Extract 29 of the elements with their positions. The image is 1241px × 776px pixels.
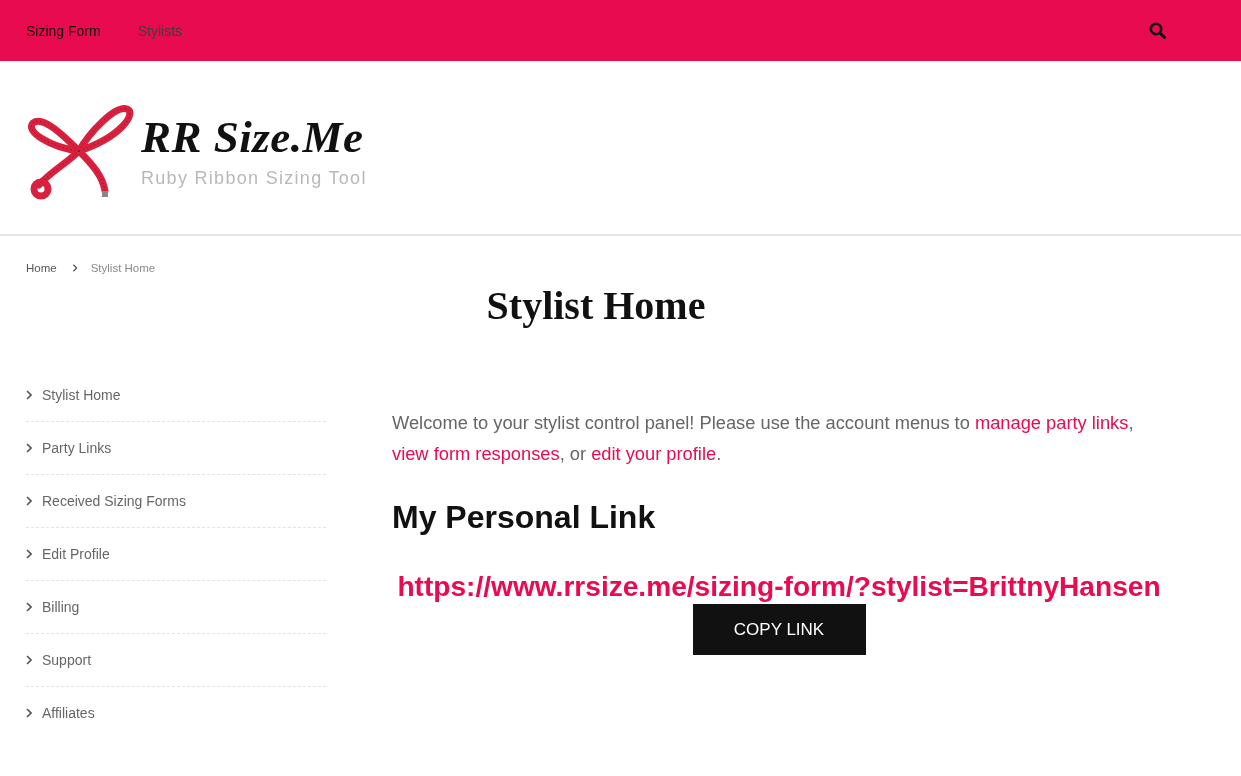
sidebar-link[interactable]: Party Links bbox=[42, 438, 112, 458]
breadcrumb-current: Stylist Home bbox=[90, 262, 156, 274]
sidebar-link[interactable]: Received Sizing Forms bbox=[42, 491, 186, 511]
chevron-icon bbox=[26, 549, 32, 559]
logo-title: RR Size.Me bbox=[141, 111, 365, 163]
logo-tagline: Ruby Ribbon Sizing Tool bbox=[141, 167, 367, 189]
personal-link[interactable]: https://www.rrsize.me/sizing-form/?stylist=BrittnyHansen bbox=[397, 570, 1161, 604]
sidebar-link[interactable]: Support bbox=[42, 650, 92, 670]
chevron-icon bbox=[26, 496, 32, 506]
chevron-icon bbox=[26, 655, 32, 665]
sidebar-link[interactable]: Affiliates bbox=[42, 703, 95, 723]
chevron-icon bbox=[26, 602, 32, 612]
inline-link[interactable]: edit your profile bbox=[591, 443, 717, 464]
inline-link[interactable]: view form responses bbox=[392, 443, 560, 464]
intro-paragraph: Welcome to your stylist control panel! Please use the account menus to manage party links, view form responses, or edit your profile. bbox=[392, 411, 1135, 466]
copy-link-button[interactable]: COPY LINK bbox=[692, 604, 866, 655]
page-title: Stylist Home bbox=[485, 282, 707, 330]
chevron-icon bbox=[26, 443, 32, 453]
chevron-icon bbox=[26, 708, 32, 718]
section-heading: My Personal Link bbox=[392, 498, 657, 537]
search-icon[interactable] bbox=[1149, 22, 1166, 39]
sidebar-link[interactable]: Edit Profile bbox=[42, 544, 110, 564]
chevron-icon bbox=[71, 264, 78, 272]
inline-link[interactable]: manage party links bbox=[974, 412, 1129, 433]
sidebar-link[interactable]: Stylist Home bbox=[42, 385, 121, 405]
chevron-icon bbox=[26, 390, 32, 400]
sidebar-link[interactable]: Billing bbox=[42, 597, 80, 617]
breadcrumb-link[interactable]: Home bbox=[26, 262, 57, 274]
nav-link[interactable]: Sizing Form bbox=[26, 22, 101, 39]
